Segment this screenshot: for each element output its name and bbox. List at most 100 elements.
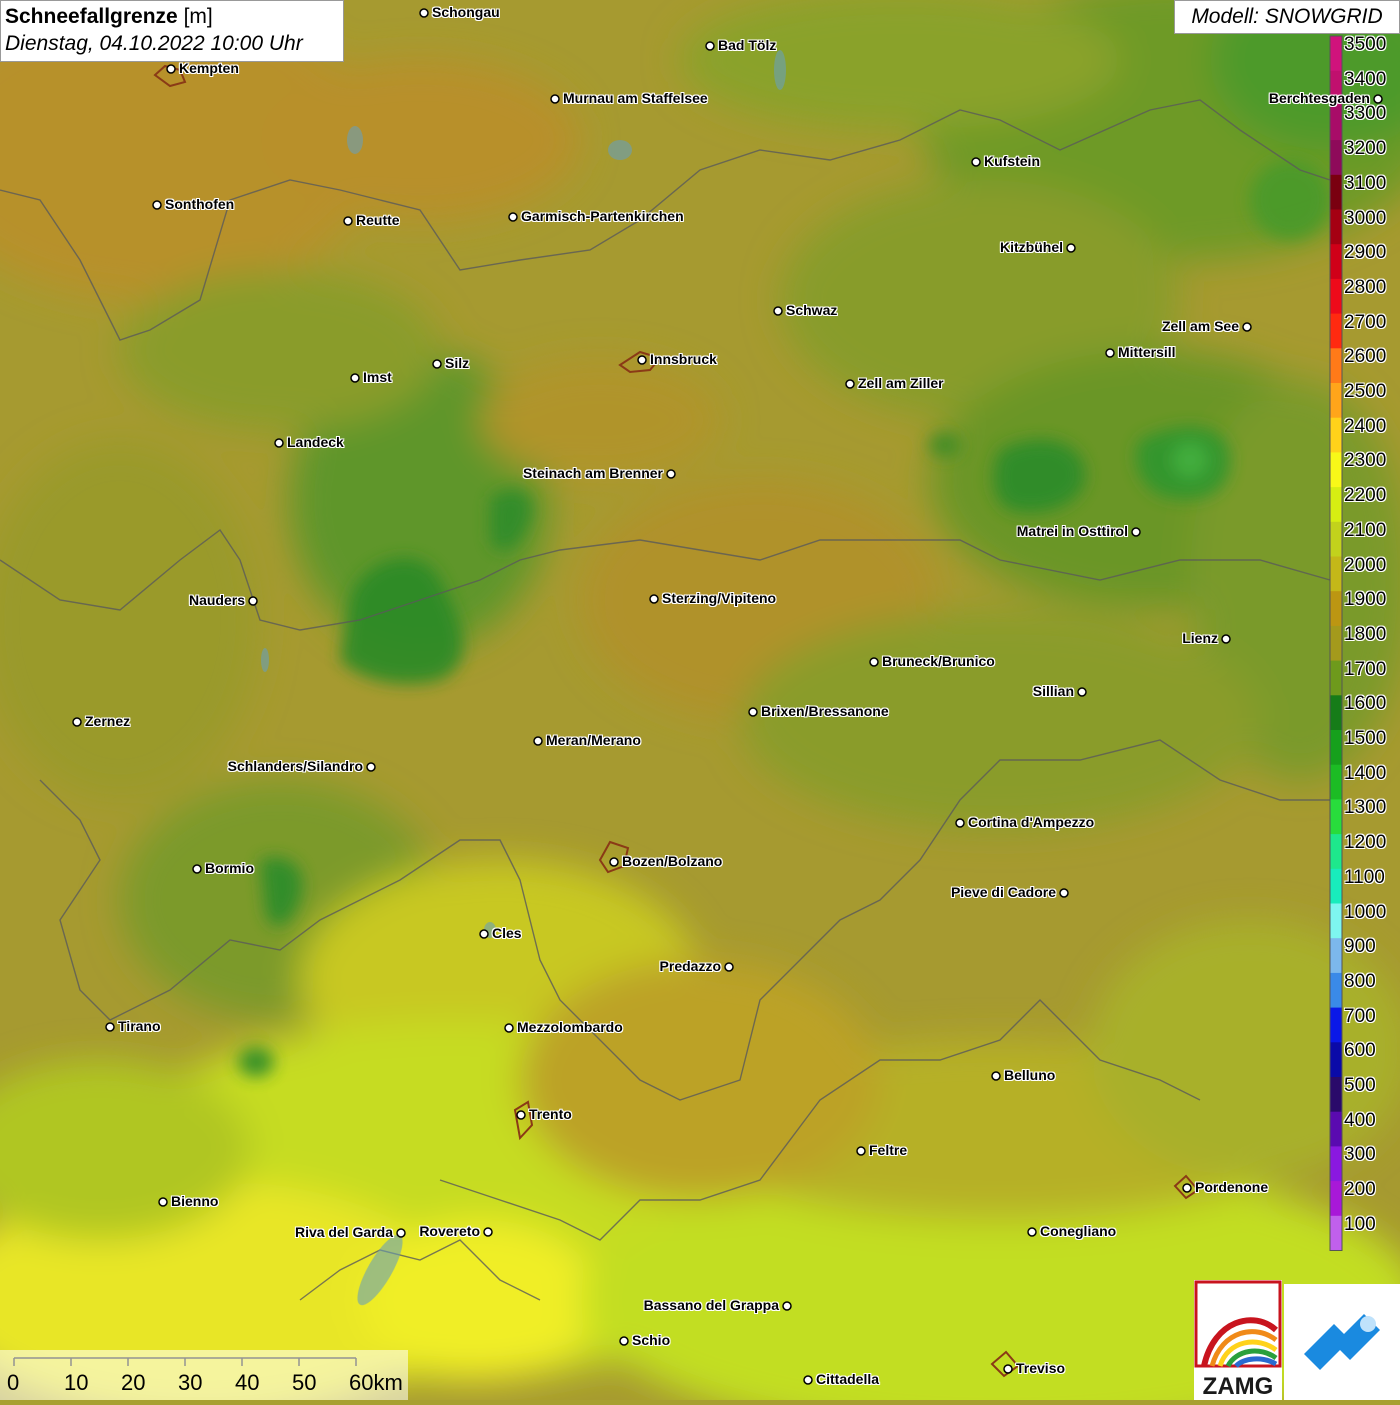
legend-label-1900: 1900 bbox=[1344, 589, 1387, 611]
city-marker bbox=[508, 212, 518, 222]
city-label: Pordenone bbox=[1195, 1179, 1269, 1195]
city-marker bbox=[724, 962, 734, 972]
legend-swatch-2300 bbox=[1330, 452, 1342, 488]
city-marker bbox=[649, 594, 659, 604]
city-label: Nauders bbox=[188, 592, 245, 608]
city-label: Innsbruck bbox=[650, 351, 717, 367]
partner-arrow-icon bbox=[1304, 1314, 1380, 1370]
legend-swatch-800 bbox=[1330, 972, 1342, 1009]
city-marker bbox=[248, 596, 258, 606]
city-label: Sterzing/Vipiteno bbox=[662, 590, 777, 606]
city-label: Landeck bbox=[287, 434, 344, 450]
legend-label-2200: 2200 bbox=[1344, 485, 1387, 507]
city-label: Zernez bbox=[85, 713, 131, 729]
city-label: Cittadella bbox=[816, 1371, 880, 1387]
legend-label-3100: 3100 bbox=[1344, 172, 1387, 194]
city-label: Bienno bbox=[171, 1193, 219, 1209]
city-label: Sillian bbox=[1032, 683, 1074, 699]
legend-swatch-1400 bbox=[1330, 764, 1342, 800]
legend-swatch-1300 bbox=[1330, 799, 1342, 835]
city-label: Meran/Merano bbox=[546, 732, 641, 748]
legend-label-3500: 3500 bbox=[1344, 34, 1387, 55]
city-label: Garmisch-Partenkirchen bbox=[521, 208, 684, 224]
legend-label-400: 400 bbox=[1344, 1109, 1376, 1131]
city-marker bbox=[1077, 687, 1087, 697]
city-marker bbox=[366, 762, 376, 772]
city-label: Kitzbühel bbox=[1000, 239, 1063, 255]
legend-swatch-1500 bbox=[1330, 730, 1342, 766]
city-marker bbox=[152, 200, 162, 210]
city-label: Tirano bbox=[118, 1018, 161, 1034]
city-marker bbox=[550, 94, 560, 104]
city-label: Sonthofen bbox=[165, 196, 235, 212]
legend-label-2600: 2600 bbox=[1344, 346, 1387, 368]
city-marker bbox=[343, 216, 353, 226]
legend-swatch-700 bbox=[1330, 1007, 1342, 1043]
legend-label-900: 900 bbox=[1344, 936, 1376, 958]
legend-label-2800: 2800 bbox=[1344, 276, 1387, 298]
city-marker bbox=[158, 1197, 168, 1207]
city-label: Bozen/Bolzano bbox=[622, 853, 723, 869]
legend-swatch-900 bbox=[1330, 938, 1342, 974]
legend-label-200: 200 bbox=[1344, 1179, 1376, 1201]
legend-swatch-1700 bbox=[1330, 660, 1342, 696]
city-marker bbox=[1182, 1183, 1192, 1193]
city-marker bbox=[432, 359, 442, 369]
scale-label: 60km bbox=[349, 1370, 403, 1395]
legend-swatch-3200 bbox=[1330, 140, 1342, 176]
city-marker bbox=[533, 736, 543, 746]
city-label: Bassano del Grappa bbox=[643, 1297, 779, 1313]
legend-label-1700: 1700 bbox=[1344, 658, 1387, 680]
city-marker bbox=[166, 64, 176, 74]
city-label: Rovereto bbox=[419, 1223, 480, 1239]
legend-label-1500: 1500 bbox=[1344, 728, 1387, 749]
city-marker bbox=[971, 157, 981, 167]
legend-swatch-2500 bbox=[1330, 383, 1342, 419]
city-marker bbox=[1066, 243, 1076, 253]
city-label: Zell am See bbox=[1161, 318, 1239, 334]
city-label: Imst bbox=[363, 369, 392, 385]
legend-label-2000: 2000 bbox=[1344, 554, 1387, 576]
city-marker bbox=[991, 1071, 1001, 1081]
legend-label-600: 600 bbox=[1344, 1040, 1376, 1062]
city-marker bbox=[782, 1301, 792, 1311]
city-marker bbox=[845, 379, 855, 389]
legend-label-1100: 1100 bbox=[1344, 866, 1385, 888]
legend-swatch-2800 bbox=[1330, 278, 1342, 315]
legend-swatch-3000 bbox=[1330, 209, 1342, 245]
legend-swatch-100 bbox=[1330, 1215, 1342, 1251]
legend-label-1800: 1800 bbox=[1344, 623, 1387, 645]
partner-logo bbox=[1284, 1284, 1400, 1400]
city-label: Reutte bbox=[356, 212, 400, 228]
scale-label: 0 bbox=[7, 1370, 20, 1395]
city-marker bbox=[105, 1022, 115, 1032]
legend-label-3400: 3400 bbox=[1344, 68, 1387, 90]
city-label: Kempten bbox=[179, 60, 239, 76]
city-marker bbox=[1027, 1227, 1037, 1237]
map-title: Schneefallgrenze [m] bbox=[5, 5, 213, 28]
city-marker bbox=[479, 929, 489, 939]
city-label: Schwaz bbox=[786, 302, 838, 318]
city-label: Feltre bbox=[869, 1142, 908, 1158]
zamg-logo-text: ZAMG bbox=[1203, 1373, 1274, 1400]
city-label: Bad Tölz bbox=[718, 37, 777, 53]
scale-label: 10 bbox=[64, 1370, 89, 1395]
legend-label-300: 300 bbox=[1344, 1144, 1376, 1166]
city-label: Treviso bbox=[1016, 1360, 1066, 1376]
city-label: Bruneck/Brunico bbox=[882, 653, 995, 669]
city-marker bbox=[1003, 1364, 1013, 1374]
city-marker bbox=[1221, 634, 1231, 644]
legend-label-1300: 1300 bbox=[1344, 797, 1387, 819]
legend-swatch-2400 bbox=[1330, 417, 1342, 453]
legend-swatch-200 bbox=[1330, 1181, 1342, 1217]
city-label: Steinach am Brenner bbox=[522, 465, 663, 481]
legend-swatch-2600 bbox=[1330, 348, 1342, 384]
legend-swatch-400 bbox=[1330, 1111, 1342, 1147]
legend-swatch-1200 bbox=[1330, 834, 1342, 870]
city-label: Predazzo bbox=[659, 958, 721, 974]
city-marker bbox=[705, 41, 715, 51]
city-marker bbox=[803, 1375, 813, 1385]
city-marker bbox=[350, 373, 360, 383]
legend-swatch-2100 bbox=[1330, 521, 1342, 557]
city-marker bbox=[419, 8, 429, 18]
